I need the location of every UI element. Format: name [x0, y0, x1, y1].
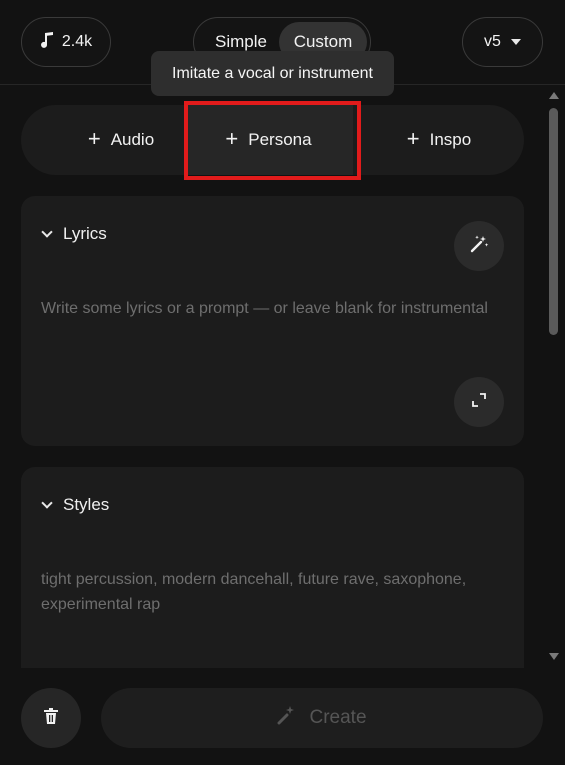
plus-icon: + — [87, 126, 101, 151]
credits-button[interactable]: 2.4k — [21, 17, 111, 67]
plus-icon: + — [225, 126, 239, 151]
add-inspo-button[interactable]: + Inspo — [369, 105, 509, 175]
clear-button[interactable] — [21, 688, 81, 748]
chevron-down-icon — [41, 496, 53, 509]
create-button[interactable]: Create — [101, 688, 543, 748]
styles-title: Styles — [63, 495, 110, 514]
lyrics-header[interactable]: Lyrics — [41, 224, 107, 244]
styles-section: Styles tight percussion, modern dancehal… — [21, 467, 524, 668]
version-label: v5 — [484, 33, 501, 50]
magic-wand-button[interactable] — [454, 221, 504, 271]
add-persona-button[interactable]: + Persona — [184, 105, 353, 175]
create-label: Create — [309, 707, 367, 728]
create-sparkle-icon — [277, 705, 297, 731]
scroll-up-arrow-icon[interactable] — [549, 92, 559, 99]
chevron-down-icon — [41, 225, 53, 238]
lyrics-section: Lyrics Write some lyrics or a prompt — o… — [21, 196, 524, 446]
add-persona-label: Persona — [248, 130, 312, 149]
expand-lyrics-button[interactable] — [454, 377, 504, 427]
scrollbar-thumb[interactable] — [549, 108, 558, 335]
version-dropdown[interactable]: v5 — [462, 17, 543, 67]
credits-count: 2.4k — [61, 33, 93, 50]
lyrics-title: Lyrics — [63, 224, 107, 243]
trash-icon — [44, 707, 58, 729]
expand-icon — [471, 392, 487, 413]
add-inspo-label: Inspo — [429, 130, 472, 149]
scrollbar[interactable] — [545, 86, 565, 668]
bottom-bar: Create — [0, 668, 565, 765]
magic-wand-icon — [469, 234, 489, 259]
persona-tooltip: Imitate a vocal or instrument — [151, 51, 394, 96]
scroll-down-arrow-icon[interactable] — [549, 653, 559, 660]
add-audio-label: Audio — [110, 130, 155, 149]
form-scroll-area[interactable]: + Audio + Persona + Inspo Lyrics Write s… — [0, 86, 565, 668]
styles-header[interactable]: Styles — [41, 495, 110, 515]
plus-icon: + — [406, 126, 420, 151]
caret-down-icon — [510, 39, 521, 45]
add-audio-button[interactable]: + Audio — [51, 105, 191, 175]
music-note-icon — [40, 31, 54, 53]
lyrics-input[interactable]: Write some lyrics or a prompt — or leave… — [41, 296, 501, 321]
styles-input[interactable]: tight percussion, modern dancehall, futu… — [41, 567, 501, 617]
add-options-row: + Audio + Persona + Inspo — [21, 105, 524, 175]
